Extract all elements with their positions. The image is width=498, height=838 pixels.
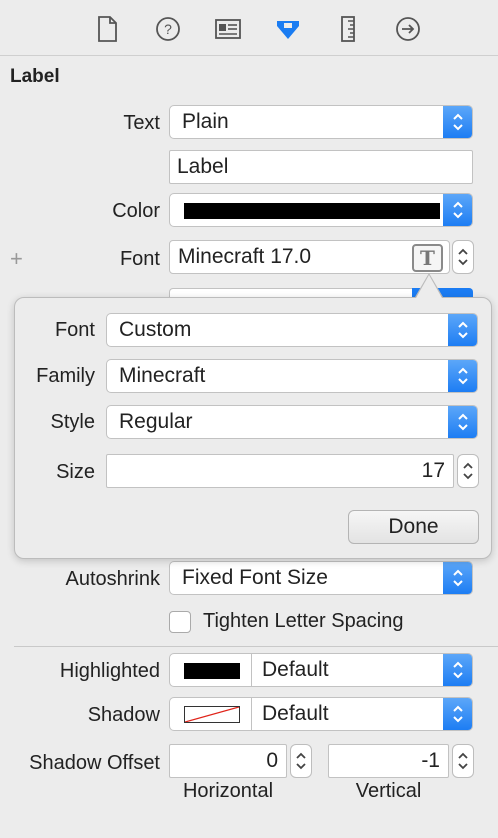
text-label: Text [123, 112, 160, 134]
shadow-offset-vertical-field[interactable]: -1 [328, 744, 449, 778]
no-color-swatch [184, 706, 240, 723]
text-type-popup[interactable]: Plain [169, 105, 473, 139]
popover-arrow [416, 275, 442, 298]
popover-style-label: Style [50, 411, 95, 433]
popover-family-label: Family [36, 365, 95, 387]
size-inspector-icon[interactable] [331, 12, 365, 46]
section-divider [14, 646, 498, 647]
popup-chevron-icon [443, 654, 472, 686]
popover-font-value: Custom [119, 318, 192, 341]
section-title: Label [10, 66, 60, 87]
inspector-toolbar: ? [0, 0, 498, 56]
popover-family-popup[interactable]: Minecraft [106, 359, 478, 393]
vertical-sublabel: Vertical [355, 780, 422, 802]
shadow-offset-horizontal-field[interactable]: 0 [169, 744, 287, 778]
text-content-field[interactable]: Label [169, 150, 473, 184]
shadow-popup[interactable]: Default [169, 697, 473, 731]
autoshrink-label: Autoshrink [65, 568, 161, 590]
connections-inspector-icon[interactable] [391, 12, 425, 46]
add-variation-button[interactable]: + [10, 246, 23, 272]
font-value: Minecraft 17.0 [178, 245, 312, 268]
popover-family-value: Minecraft [119, 364, 206, 387]
autoshrink-value: Fixed Font Size [182, 566, 328, 589]
shadow-offset-horizontal-stepper[interactable] [290, 744, 312, 778]
font-popover: Font Custom Family Minecraft Style Regul… [14, 297, 492, 559]
autoshrink-popup[interactable]: Fixed Font Size [169, 561, 473, 595]
popup-chevron-icon [448, 360, 477, 392]
shadow-value: Default [262, 702, 329, 725]
popup-chevron-icon [443, 562, 472, 594]
color-label: Color [112, 200, 160, 222]
popup-chevron-icon [443, 698, 472, 730]
done-button[interactable]: Done [348, 510, 479, 544]
shadow-separator [251, 698, 252, 730]
identity-inspector-icon[interactable] [211, 12, 245, 46]
shadow-offset-vertical-stepper[interactable] [452, 744, 474, 778]
shadow-label: Shadow [87, 704, 160, 726]
svg-text:?: ? [164, 21, 172, 37]
highlighted-swatch [184, 663, 240, 679]
popover-font-label: Font [54, 319, 95, 341]
font-label: Font [119, 248, 160, 270]
popup-chevron-icon [448, 406, 477, 438]
highlighted-value: Default [262, 658, 329, 681]
font-picker-button[interactable]: T [412, 244, 443, 272]
font-size-stepper[interactable] [452, 240, 474, 274]
attributes-inspector-icon[interactable] [271, 12, 305, 46]
popover-size-stepper[interactable] [457, 454, 479, 488]
highlighted-popup[interactable]: Default [169, 653, 473, 687]
text-type-value: Plain [182, 110, 229, 133]
quick-help-icon[interactable]: ? [151, 12, 185, 46]
file-inspector-icon[interactable] [90, 12, 124, 46]
popup-chevron-icon [443, 194, 472, 226]
highlighted-label: Highlighted [59, 660, 160, 682]
color-popup[interactable] [169, 193, 473, 227]
highlighted-separator [251, 654, 252, 686]
popover-style-popup[interactable]: Regular [106, 405, 478, 439]
popover-size-field[interactable]: 17 [106, 454, 454, 488]
font-field[interactable]: Minecraft 17.0 [169, 240, 450, 274]
popover-font-popup[interactable]: Custom [106, 313, 478, 347]
tighten-letter-spacing-label: Tighten Letter Spacing [203, 610, 404, 632]
popover-style-value: Regular [119, 410, 193, 433]
horizontal-sublabel: Horizontal [182, 780, 274, 802]
tighten-letter-spacing-checkbox[interactable] [169, 611, 191, 633]
shadow-offset-label: Shadow Offset [29, 752, 160, 774]
popup-chevron-icon [443, 106, 472, 138]
color-swatch [184, 203, 440, 219]
popover-size-label: Size [56, 461, 95, 483]
popup-chevron-icon [448, 314, 477, 346]
